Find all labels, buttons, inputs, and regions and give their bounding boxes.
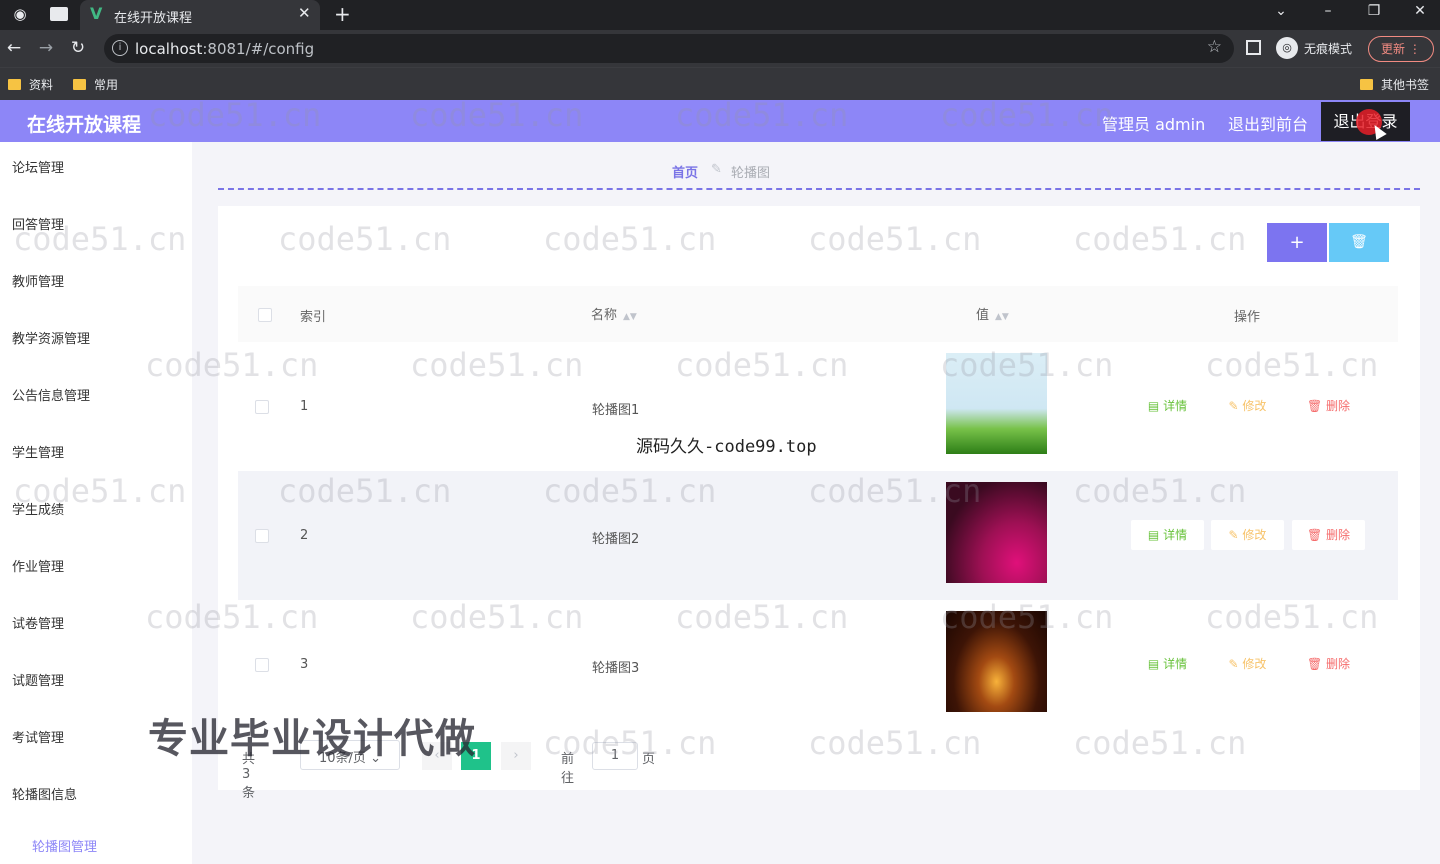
edit-button[interactable]: ✎ 修改 <box>1211 649 1284 679</box>
row-index: 3 <box>300 657 309 672</box>
trash-icon: 🗑 <box>1350 234 1368 250</box>
row-name: 轮播图1 <box>592 403 640 418</box>
url-input[interactable]: i localhost:8081/#/config ☆ <box>104 34 1234 63</box>
breadcrumb-home[interactable]: 首页 <box>672 162 698 181</box>
bookmark-folder-other[interactable]: 其他书签 <box>1360 76 1429 93</box>
tab-search-icon[interactable] <box>50 7 68 21</box>
table-header: 索引 名称 ▲▼ 值 ▲▼ 操作 <box>238 286 1398 342</box>
banner-watermark: 专业毕业设计代做 <box>148 716 476 762</box>
tab-close-icon[interactable]: ✕ <box>298 4 311 22</box>
breadcrumb-separator-icon: ✎ <box>711 162 722 177</box>
new-tab-icon[interactable]: + <box>334 2 351 26</box>
sort-icon[interactable]: ▲▼ <box>623 312 637 322</box>
delete-button[interactable]: 🗑 删除 <box>1292 520 1365 550</box>
add-button[interactable]: + <box>1267 223 1327 262</box>
tab-title: 在线开放课程 <box>114 11 193 26</box>
minimize-icon[interactable]: – <box>1318 3 1338 19</box>
app-header: 在线开放课程 管理员 admin 退出到前台 退出登录 <box>0 100 1440 142</box>
sidebar-subitem-carousel-manage[interactable]: 轮播图管理 <box>32 836 97 855</box>
edit-button[interactable]: ✎ 修改 <box>1211 391 1284 421</box>
row-image <box>946 353 1047 454</box>
column-header-index: 索引 <box>300 310 327 325</box>
browser-tab-bar: ◉ V 在线开放课程 ✕ + ⌄ – ❐ ✕ <box>0 0 1440 30</box>
browser-address-bar: ← → ↻ i localhost:8081/#/config ☆ <box>0 30 1440 67</box>
sidebar-item-students[interactable]: 学生管理 <box>12 442 64 461</box>
table-row: 2 轮播图2 ▤ 详情 ✎ 修改 🗑 删除 <box>238 471 1398 600</box>
row-index: 1 <box>300 399 309 414</box>
select-all-checkbox[interactable] <box>258 308 272 322</box>
row-checkbox[interactable] <box>255 658 269 672</box>
row-name: 轮播图3 <box>592 661 640 676</box>
incognito-icon: ◎ <box>1276 37 1298 59</box>
sort-icon[interactable]: ▲▼ <box>995 312 1009 322</box>
delete-button[interactable]: 🗑 删除 <box>1292 649 1365 679</box>
page-unit-label: 页 <box>642 752 656 767</box>
row-image <box>946 482 1047 583</box>
sidebar-item-homework[interactable]: 作业管理 <box>12 556 64 575</box>
sidebar-item-notices[interactable]: 公告信息管理 <box>12 385 90 404</box>
sidebar-item-questions[interactable]: 试题管理 <box>12 670 64 689</box>
update-button[interactable]: 更新 ⋮ <box>1368 36 1434 62</box>
bookmark-star-icon[interactable]: ☆ <box>1207 37 1222 57</box>
breadcrumb-current: 轮播图 <box>731 166 771 181</box>
goto-page-input[interactable]: 1 <box>592 742 638 770</box>
bookmark-folder-changyong[interactable]: 常用 <box>73 76 118 93</box>
window-close-icon[interactable]: ✕ <box>1410 3 1430 19</box>
sidebar-item-teachers[interactable]: 教师管理 <box>12 271 64 290</box>
detail-button[interactable]: ▤ 详情 <box>1131 520 1204 550</box>
bookmark-label: 资料 <box>29 78 54 92</box>
row-name: 轮播图2 <box>592 532 640 547</box>
side-panel-icon[interactable] <box>1246 40 1261 55</box>
column-header-name[interactable]: 名称 ▲▼ <box>591 304 637 323</box>
batch-delete-button[interactable]: 🗑 <box>1329 223 1389 262</box>
browser-globe-icon[interactable]: ◉ <box>10 5 30 25</box>
detail-button[interactable]: ▤ 详情 <box>1131 391 1204 421</box>
folder-icon <box>73 79 86 90</box>
browser-tab-active[interactable]: V 在线开放课程 ✕ <box>80 0 320 30</box>
next-page-button[interactable]: › <box>501 742 531 770</box>
app-title: 在线开放课程 <box>27 114 142 136</box>
sidebar-item-papers[interactable]: 试卷管理 <box>12 613 64 632</box>
restore-icon[interactable]: ❐ <box>1364 3 1384 19</box>
tab-list-icon[interactable]: ⌄ <box>1271 3 1291 19</box>
row-index: 2 <box>300 528 309 543</box>
incognito-label: 无痕模式 <box>1304 41 1353 56</box>
column-header-actions: 操作 <box>1234 310 1261 325</box>
row-image <box>946 611 1047 712</box>
url-text: localhost:8081/#/config <box>135 40 315 58</box>
sidebar-item-grades[interactable]: 学生成绩 <box>12 499 64 518</box>
bookmark-label: 常用 <box>94 78 119 92</box>
bookmarks-bar: 资料 常用 其他书签 <box>0 67 1440 100</box>
reload-icon[interactable]: ↻ <box>68 38 88 58</box>
site-info-icon[interactable]: i <box>112 40 128 56</box>
sidebar-item-forum[interactable]: 论坛管理 <box>12 157 64 176</box>
delete-button[interactable]: 🗑 删除 <box>1292 391 1365 421</box>
sidebar-item-carousel[interactable]: 轮播图信息 <box>12 784 77 803</box>
column-header-value[interactable]: 值 ▲▼ <box>976 304 1009 323</box>
divider <box>218 188 1420 190</box>
folder-icon <box>8 79 21 90</box>
folder-icon <box>1360 79 1373 90</box>
detail-button[interactable]: ▤ 详情 <box>1131 649 1204 679</box>
bookmark-label: 其他书签 <box>1381 78 1430 92</box>
vue-favicon-icon: V <box>90 4 103 23</box>
sidebar-item-resources[interactable]: 教学资源管理 <box>12 328 90 347</box>
row-checkbox[interactable] <box>255 529 269 543</box>
row-checkbox[interactable] <box>255 400 269 414</box>
goto-label: 前往 <box>561 752 575 786</box>
bookmark-folder-ziliao[interactable]: 资料 <box>8 76 53 93</box>
back-icon[interactable]: ← <box>4 38 24 58</box>
source-watermark: 源码久久-code99.top <box>636 437 817 457</box>
sidebar-item-exams[interactable]: 考试管理 <box>12 727 64 746</box>
forward-icon[interactable]: → <box>36 38 56 58</box>
sidebar-item-answers[interactable]: 回答管理 <box>12 214 64 233</box>
admin-label: 管理员 admin <box>1102 115 1206 134</box>
back-to-front-link[interactable]: 退出到前台 <box>1228 111 1308 135</box>
incognito-indicator[interactable]: ◎ 无痕模式 <box>1276 37 1352 59</box>
table-row: 1 轮播图1 ▤ 详情 ✎ 修改 🗑 删除 <box>238 342 1398 471</box>
edit-button[interactable]: ✎ 修改 <box>1211 520 1284 550</box>
